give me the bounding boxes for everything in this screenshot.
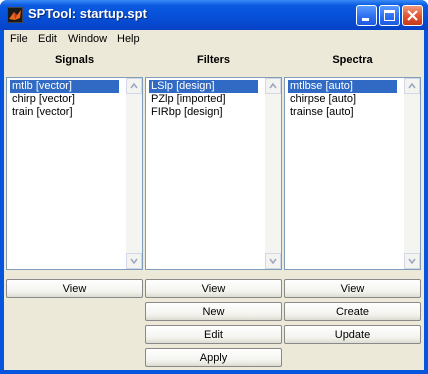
filters-new-button[interactable]: New: [145, 302, 282, 321]
close-icon: [407, 10, 418, 21]
sptool-window: SPTool: startup.spt File Edit Window Hel…: [0, 0, 428, 374]
spectra-item-trainse[interactable]: trainse [auto]: [288, 106, 356, 119]
spectra-view-button[interactable]: View: [284, 279, 421, 298]
menu-help[interactable]: Help: [117, 33, 140, 45]
spectra-item-chirpse[interactable]: chirpse [auto]: [288, 93, 358, 106]
scroll-down-icon: [269, 258, 277, 265]
filters-apply-button[interactable]: Apply: [145, 348, 282, 367]
menu-bar: File Edit Window Help: [4, 30, 424, 49]
menu-window[interactable]: Window: [68, 33, 107, 45]
spectra-update-button[interactable]: Update: [284, 325, 421, 344]
minimize-icon: [362, 18, 369, 21]
spectra-heading: Spectra: [332, 54, 373, 66]
spectra-scrollbar[interactable]: [404, 78, 420, 269]
client-area: File Edit Window Help Signals mtlb [vect…: [4, 30, 424, 370]
maximize-icon: [384, 10, 395, 21]
spectra-listbox[interactable]: mtlbse [auto] chirpse [auto] trainse [au…: [284, 77, 421, 270]
scroll-up-icon: [408, 82, 416, 89]
filters-scrollbar[interactable]: [265, 78, 281, 269]
signals-item-chirp[interactable]: chirp [vector]: [10, 93, 77, 106]
filters-item-firbp[interactable]: FIRbp [design]: [149, 106, 225, 119]
scroll-down-button[interactable]: [404, 253, 420, 269]
scroll-down-icon: [130, 258, 138, 265]
menu-edit[interactable]: Edit: [38, 33, 57, 45]
signals-listbox[interactable]: mtlb [vector] chirp [vector] train [vect…: [6, 77, 143, 270]
signals-item-train[interactable]: train [vector]: [10, 106, 75, 119]
spectra-create-button[interactable]: Create: [284, 302, 421, 321]
scroll-up-button[interactable]: [126, 78, 142, 94]
scroll-down-button[interactable]: [126, 253, 142, 269]
spectra-item-mtlbse[interactable]: mtlbse [auto]: [288, 80, 397, 93]
filters-heading: Filters: [196, 54, 230, 66]
signals-scrollbar[interactable]: [126, 78, 142, 269]
filters-view-button[interactable]: View: [145, 279, 282, 298]
signals-view-button[interactable]: View: [6, 279, 143, 298]
window-title: SPTool: startup.spt: [28, 6, 147, 21]
scroll-down-icon: [408, 258, 416, 265]
scroll-up-icon: [130, 82, 138, 89]
signals-item-mtlb[interactable]: mtlb [vector]: [10, 80, 119, 93]
scroll-up-icon: [269, 82, 277, 89]
maximize-button[interactable]: [379, 5, 400, 26]
close-button[interactable]: [402, 5, 423, 26]
scroll-down-button[interactable]: [265, 253, 281, 269]
signals-heading: Signals: [54, 54, 95, 66]
filters-edit-button[interactable]: Edit: [145, 325, 282, 344]
menu-file[interactable]: File: [10, 33, 28, 45]
filters-item-pzlp[interactable]: PZlp [imported]: [149, 93, 228, 106]
title-bar[interactable]: SPTool: startup.spt: [0, 0, 428, 30]
scroll-up-button[interactable]: [265, 78, 281, 94]
minimize-button[interactable]: [356, 5, 377, 26]
filters-listbox[interactable]: LSlp [design] PZlp [imported] FIRbp [des…: [145, 77, 282, 270]
matlab-logo-icon[interactable]: [7, 7, 23, 23]
filters-item-lslp[interactable]: LSlp [design]: [149, 80, 258, 93]
scroll-up-button[interactable]: [404, 78, 420, 94]
